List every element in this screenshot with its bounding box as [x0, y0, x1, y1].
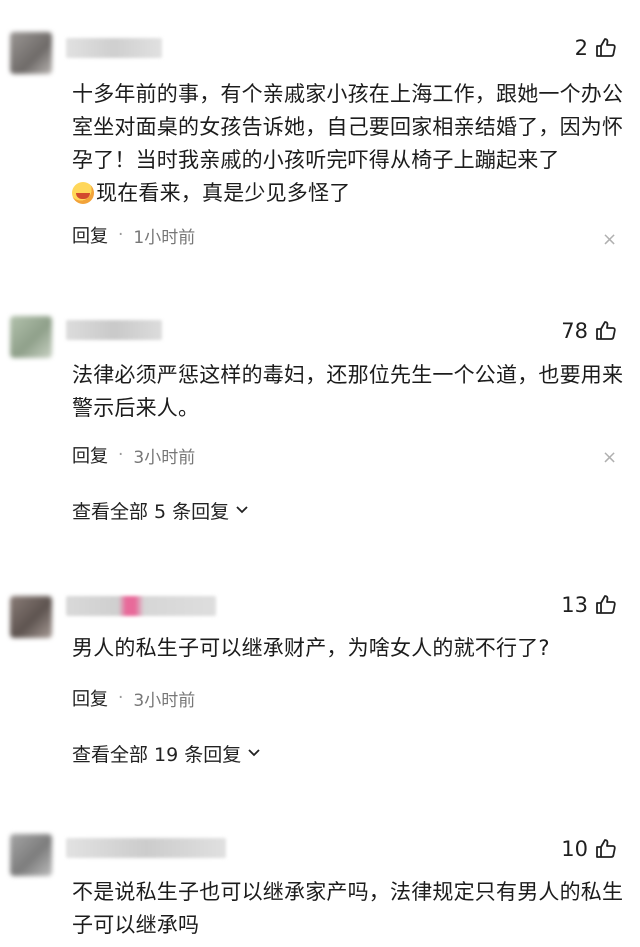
comment-meta: 回复 · 3小时前 — [72, 442, 195, 468]
timestamp: 3小时前 — [133, 447, 196, 468]
thumbs-up-icon — [596, 839, 616, 858]
thumbs-up-icon — [596, 38, 616, 57]
reply-button[interactable]: 回复 — [72, 685, 108, 711]
separator-dot: · — [118, 445, 124, 465]
like-button[interactable]: 2 — [575, 35, 618, 61]
avatar[interactable] — [10, 316, 52, 358]
close-icon[interactable]: × — [602, 449, 617, 467]
close-icon[interactable]: × — [602, 231, 617, 249]
view-all-replies-button[interactable]: 查看全部 19 条回复 — [72, 739, 261, 767]
separator-dot: · — [118, 688, 124, 708]
like-button[interactable]: 10 — [561, 836, 618, 862]
chevron-down-icon — [236, 506, 248, 514]
avatar[interactable] — [10, 834, 52, 876]
like-count: 10 — [561, 837, 588, 861]
separator-dot: · — [118, 225, 124, 245]
timestamp: 1小时前 — [133, 227, 196, 248]
comment-meta: 回复 · 1小时前 — [72, 222, 195, 248]
username-blurred[interactable] — [66, 596, 216, 616]
like-count: 78 — [561, 319, 588, 343]
chevron-down-icon — [248, 749, 260, 757]
username-blurred[interactable] — [66, 838, 226, 858]
like-count: 2 — [574, 36, 588, 60]
comment-text: 男人的私生子可以继承财产，为啥女人的就不行了? — [72, 636, 550, 660]
avatar[interactable] — [10, 32, 52, 74]
reply-button[interactable]: 回复 — [72, 222, 108, 248]
like-button[interactable]: 13 — [561, 592, 618, 618]
comment-meta: 回复 · 3小时前 — [72, 685, 195, 711]
thumbs-up-icon — [596, 321, 616, 340]
avatar[interactable] — [10, 596, 52, 638]
like-button[interactable]: 78 — [561, 318, 618, 344]
reply-button[interactable]: 回复 — [72, 442, 108, 468]
view-all-replies-button[interactable]: 查看全部 5 条回复 — [72, 496, 249, 524]
like-count: 13 — [561, 593, 588, 617]
username-blurred[interactable] — [66, 320, 162, 340]
comment-text: 不是说私生子也可以继承家产吗，法律规定只有男人的私生子可以继承吗 — [72, 880, 624, 937]
comment-text: 十多年前的事，有个亲戚家小孩在上海工作，跟她一个办公室坐对面桌的女孩告诉她，自己… — [72, 82, 624, 205]
comment-text: 法律必须严惩这样的毒妇，还那位先生一个公道，也要用来警示后来人。 — [72, 363, 624, 420]
thumbs-up-icon — [596, 595, 616, 614]
username-blurred[interactable] — [66, 38, 162, 58]
timestamp: 3小时前 — [133, 690, 196, 711]
laughing-crying-face-icon — [72, 182, 94, 204]
